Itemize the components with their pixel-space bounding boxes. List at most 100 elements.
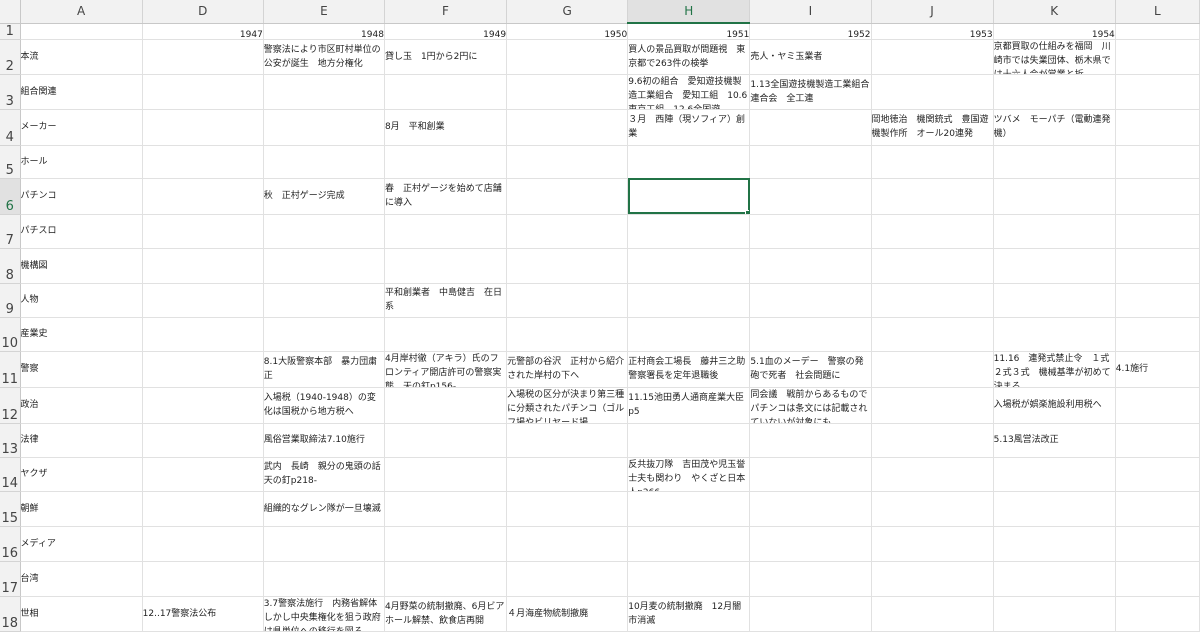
cell-k14[interactable] xyxy=(993,457,1116,492)
cell-d14[interactable] xyxy=(142,457,264,492)
cell-i7[interactable] xyxy=(749,214,872,249)
cell-l8[interactable] xyxy=(1115,248,1200,284)
cell-a12[interactable]: 政治 xyxy=(20,387,143,424)
column-header-j[interactable]: J xyxy=(871,0,994,24)
cell-f5[interactable] xyxy=(384,145,508,179)
cell-d1[interactable]: 1947 xyxy=(142,23,264,40)
cell-i18[interactable] xyxy=(749,596,872,632)
cell-i12[interactable]: 同会議 戦前からあるものでパチンコは条文には記載されていないが対象にも xyxy=(749,387,872,424)
cell-i8[interactable] xyxy=(749,248,872,284)
cell-e15[interactable]: 組織的なグレン隊が一旦壊滅 xyxy=(263,491,385,527)
cell-l3[interactable] xyxy=(1115,74,1200,110)
cell-j15[interactable] xyxy=(871,491,994,527)
cell-l13[interactable] xyxy=(1115,423,1200,458)
cell-k18[interactable] xyxy=(993,596,1116,632)
cell-d18[interactable]: 12..17警察法公布 xyxy=(142,596,264,632)
cell-i6[interactable] xyxy=(749,178,872,215)
cell-f16[interactable] xyxy=(384,526,508,562)
row-header-8[interactable]: 8 xyxy=(0,248,21,284)
cell-h10[interactable] xyxy=(627,317,751,352)
row-header-7[interactable]: 7 xyxy=(0,214,21,249)
cell-f13[interactable] xyxy=(384,423,508,458)
cell-d10[interactable] xyxy=(142,317,264,352)
cell-h5[interactable] xyxy=(627,145,751,179)
cell-i16[interactable] xyxy=(749,526,872,562)
row-header-2[interactable]: 2 xyxy=(0,39,21,75)
column-header-k[interactable]: K xyxy=(993,0,1116,24)
cell-f12[interactable] xyxy=(384,387,508,424)
cell-h11[interactable]: 正村商会工場長 藤井三之助 警察署長を定年退職後 xyxy=(627,351,751,388)
cell-k17[interactable] xyxy=(993,561,1116,597)
cell-e4[interactable] xyxy=(263,109,385,146)
cell-f2[interactable]: 貸し玉 1円から2円に xyxy=(384,39,508,75)
column-header-l[interactable]: L xyxy=(1115,0,1200,24)
cell-i5[interactable] xyxy=(749,145,872,179)
cell-e6[interactable]: 秋 正村ゲージ完成 xyxy=(263,178,385,215)
cell-a16[interactable]: メディア xyxy=(20,526,143,562)
cell-e1[interactable]: 1948 xyxy=(263,23,385,40)
cell-l18[interactable] xyxy=(1115,596,1200,632)
cell-h7[interactable] xyxy=(627,214,751,249)
row-header-6[interactable]: 6 xyxy=(0,178,21,215)
cell-k3[interactable] xyxy=(993,74,1116,110)
cell-g13[interactable] xyxy=(506,423,629,458)
cell-d6[interactable] xyxy=(142,178,264,215)
cell-f9[interactable]: 平和創業者 中島健吉 在日系 xyxy=(384,283,508,318)
cell-k13[interactable]: 5.13風営法改正 xyxy=(993,423,1116,458)
cell-i1[interactable]: 1952 xyxy=(749,23,872,40)
cell-g4[interactable] xyxy=(506,109,629,146)
cell-l6[interactable] xyxy=(1115,178,1200,215)
cell-a8[interactable]: 機構図 xyxy=(20,248,143,284)
cell-a3[interactable]: 組合関連 xyxy=(20,74,143,110)
cell-l5[interactable] xyxy=(1115,145,1200,179)
cell-k15[interactable] xyxy=(993,491,1116,527)
cell-k1[interactable]: 1954 xyxy=(993,23,1116,40)
cell-g5[interactable] xyxy=(506,145,629,179)
cell-d4[interactable] xyxy=(142,109,264,146)
cell-f8[interactable] xyxy=(384,248,508,284)
row-header-18[interactable]: 18 xyxy=(0,596,21,632)
cell-g9[interactable] xyxy=(506,283,629,318)
cell-d2[interactable] xyxy=(142,39,264,75)
cell-h18[interactable]: 10月麦の統制撤廃 12月闇市消滅 xyxy=(627,596,751,632)
cell-l17[interactable] xyxy=(1115,561,1200,597)
cell-k10[interactable] xyxy=(993,317,1116,352)
cell-a5[interactable]: ホール xyxy=(20,145,143,179)
cell-h13[interactable] xyxy=(627,423,751,458)
cell-i3[interactable]: 1.13全国遊技機製造工業組合連合会 全工連 xyxy=(749,74,872,110)
cell-k4[interactable]: ツバメ モーパチ（電動連発機） xyxy=(993,109,1116,146)
cell-g1[interactable]: 1950 xyxy=(506,23,629,40)
cell-h8[interactable] xyxy=(627,248,751,284)
cell-a9[interactable]: 人物 xyxy=(20,283,143,318)
cell-h2[interactable]: 買人の景品買取が問題視 東京都で263件の検挙 xyxy=(627,39,751,75)
cell-j16[interactable] xyxy=(871,526,994,562)
row-header-10[interactable]: 10 xyxy=(0,317,21,352)
row-header-16[interactable]: 16 xyxy=(0,526,21,562)
cell-f3[interactable] xyxy=(384,74,508,110)
cell-f15[interactable] xyxy=(384,491,508,527)
cell-k6[interactable] xyxy=(993,178,1116,215)
cell-f14[interactable] xyxy=(384,457,508,492)
row-header-4[interactable]: 4 xyxy=(0,109,21,146)
cell-l15[interactable] xyxy=(1115,491,1200,527)
cell-g17[interactable] xyxy=(506,561,629,597)
cell-g11[interactable]: 元警部の谷沢 正村から紹介された岸村の下へ xyxy=(506,351,629,388)
row-header-14[interactable]: 14 xyxy=(0,457,21,492)
cell-f7[interactable] xyxy=(384,214,508,249)
cell-i9[interactable] xyxy=(749,283,872,318)
cell-h1[interactable]: 1951 xyxy=(627,23,751,40)
row-header-5[interactable]: 5 xyxy=(0,145,21,179)
cell-a6[interactable]: パチンコ xyxy=(20,178,143,215)
cell-h15[interactable] xyxy=(627,491,751,527)
cell-j6[interactable] xyxy=(871,178,994,215)
cell-h16[interactable] xyxy=(627,526,751,562)
cell-l12[interactable] xyxy=(1115,387,1200,424)
cell-h4[interactable]: ３月 西陣（現ソフィア）創業 xyxy=(627,109,751,146)
row-header-15[interactable]: 15 xyxy=(0,491,21,527)
cell-d15[interactable] xyxy=(142,491,264,527)
cell-l2[interactable] xyxy=(1115,39,1200,75)
cell-g6[interactable] xyxy=(506,178,629,215)
cell-d17[interactable] xyxy=(142,561,264,597)
cell-l1[interactable] xyxy=(1115,23,1200,40)
cell-h6[interactable] xyxy=(627,178,751,215)
